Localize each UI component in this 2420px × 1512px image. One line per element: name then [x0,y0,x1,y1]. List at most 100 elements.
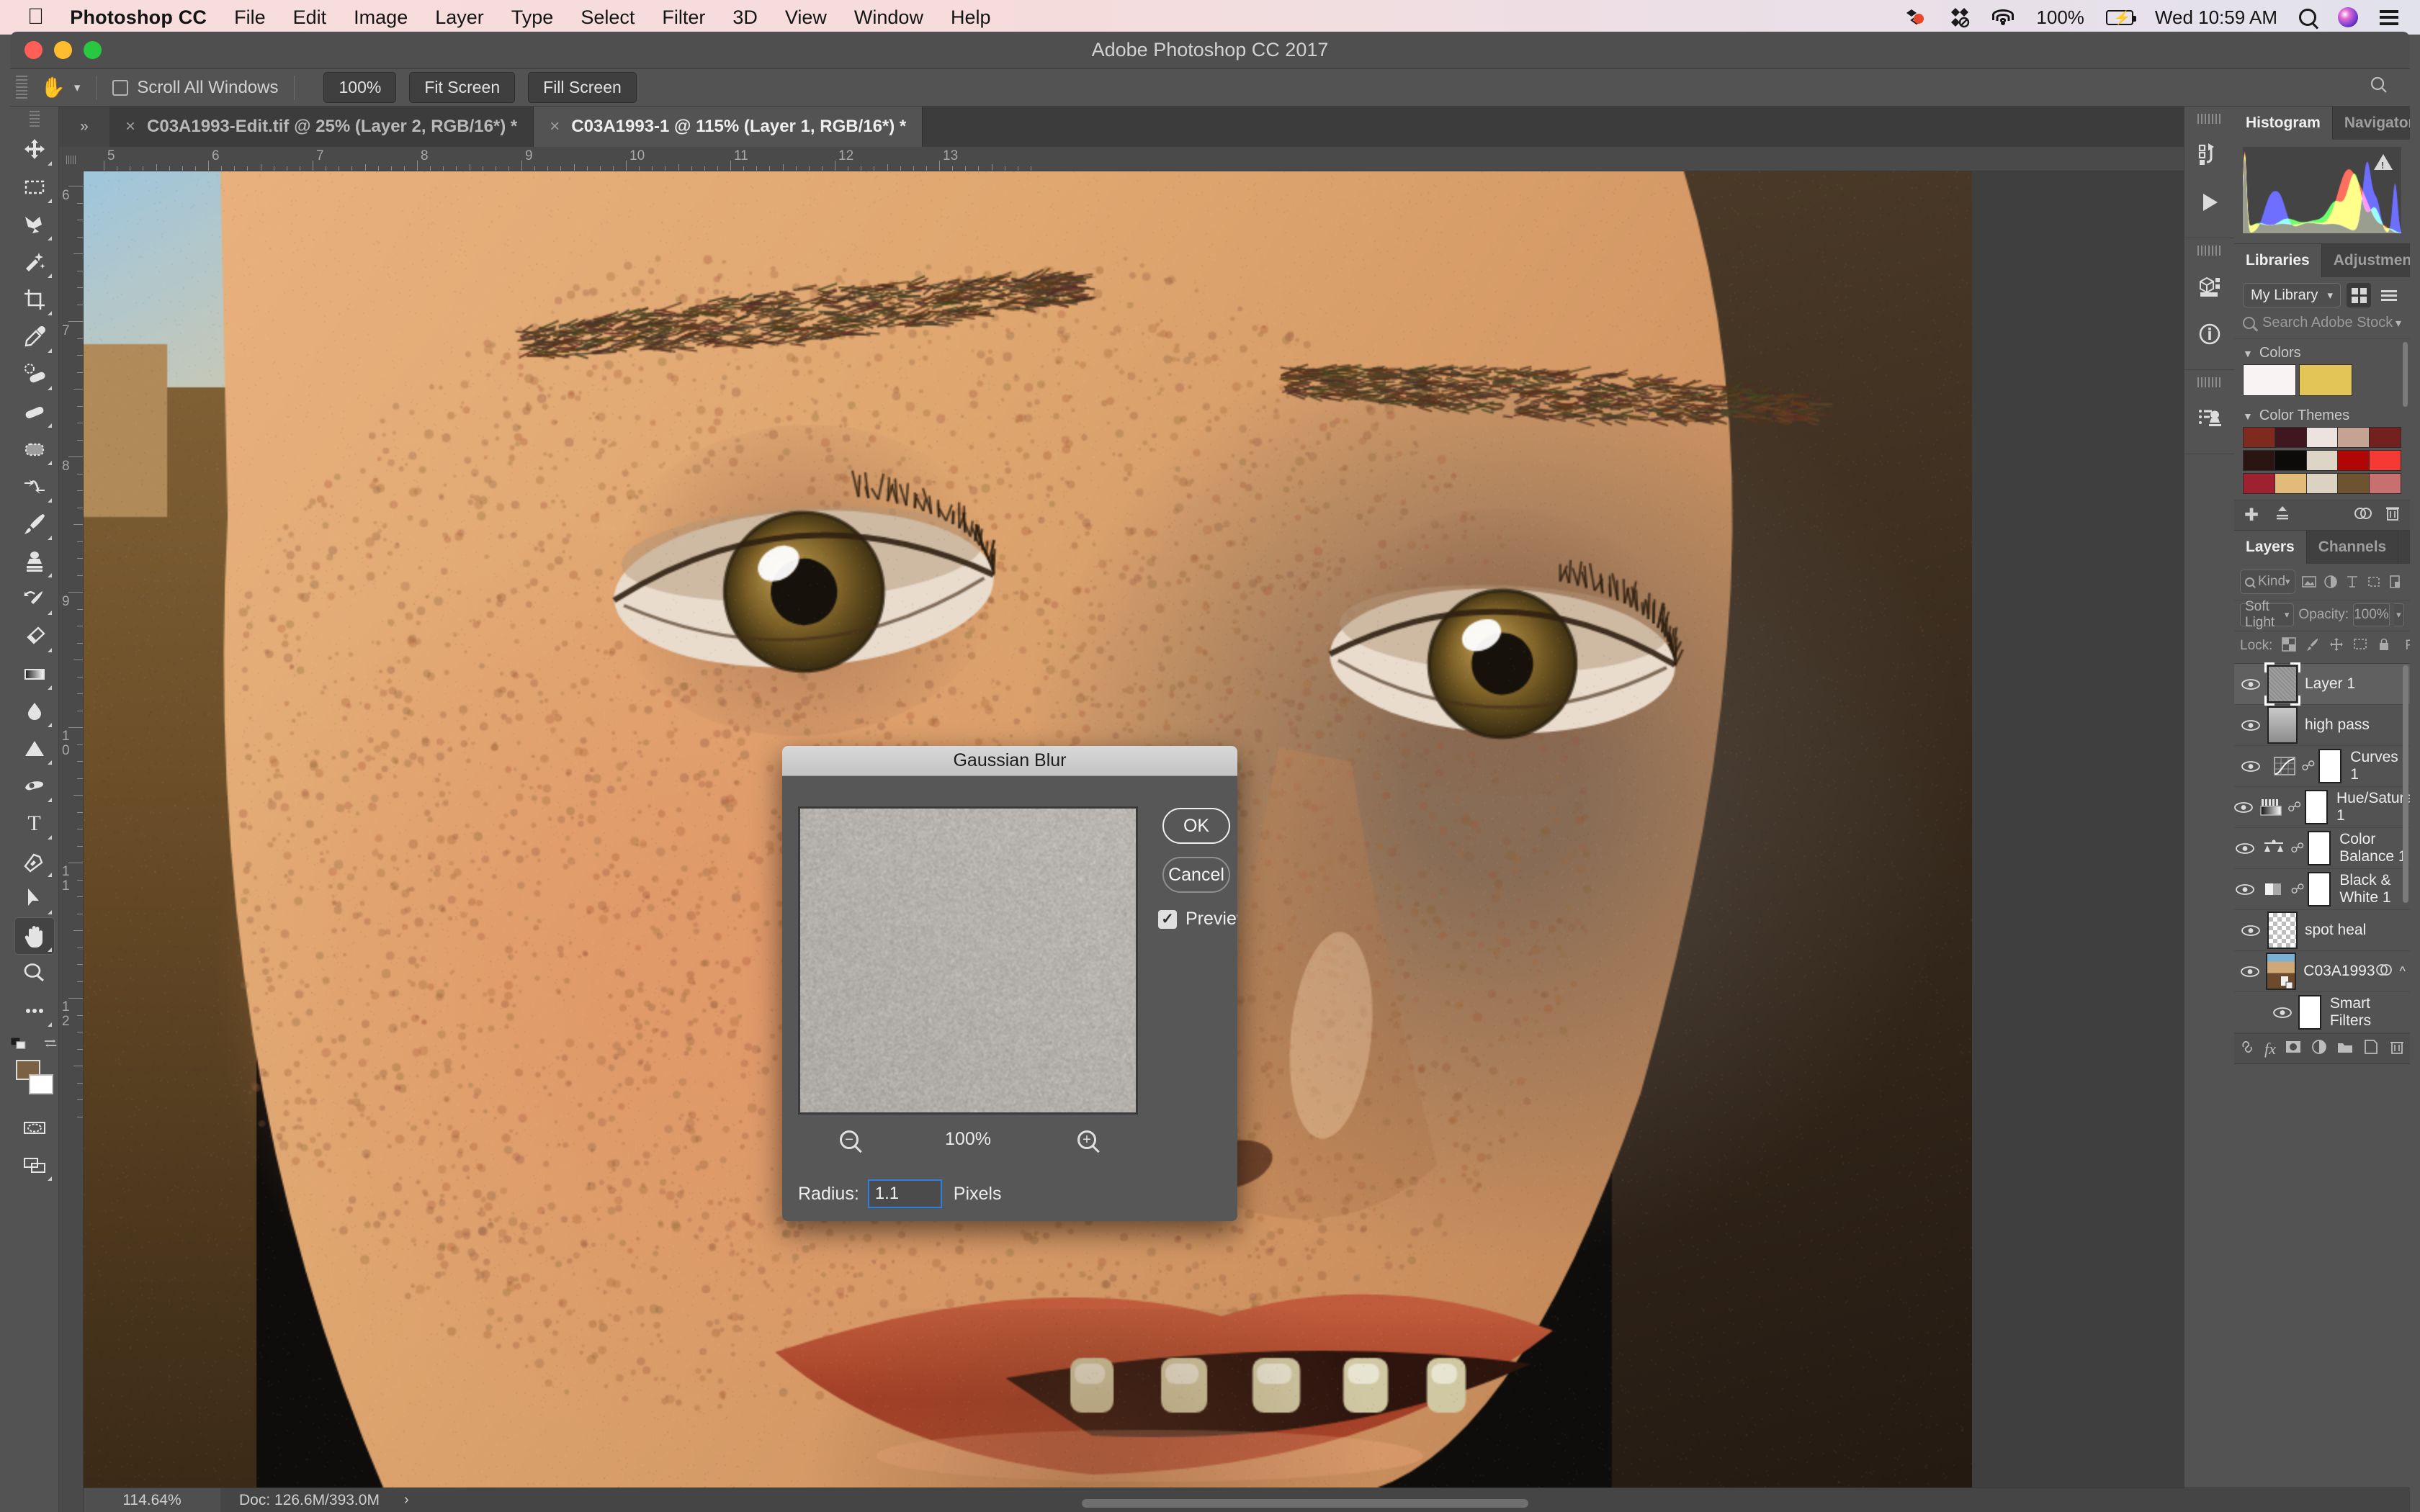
smart-filters-row[interactable]: Smart Filters [2234,992,2410,1033]
layer-name[interactable]: Layer 1 [2305,675,2355,693]
layer-visibility-toggle[interactable] [2234,925,2267,936]
close-icon[interactable]: × [125,117,135,137]
smart-filters-visibility-toggle[interactable] [2267,1007,2298,1018]
delete-icon[interactable] [2385,505,2400,526]
search-icon[interactable] [2368,74,2390,101]
blur-tool[interactable] [14,693,55,730]
tab-navigator[interactable]: Navigator [2333,107,2410,140]
content-aware-move-tool[interactable] [14,468,55,505]
smart-filters-mask-thumbnail[interactable] [2298,995,2321,1030]
menu-type[interactable]: Type [511,6,554,29]
tab-channels[interactable]: Channels [2307,531,2399,564]
zoom-out-icon[interactable]: − [840,1130,859,1149]
layer-visibility-toggle[interactable] [2234,802,2253,813]
hand-tool-icon[interactable]: ✋ [40,76,66,99]
horizontal-ruler[interactable]: 5 6 7 8 9 10 11 12 13 [59,147,2410,171]
histogram-chart[interactable] [2243,147,2401,233]
tab-libraries[interactable]: Libraries [2234,244,2322,277]
filter-kind-select[interactable]: Kind ▾ [2240,570,2295,594]
menu-edit[interactable]: Edit [293,6,327,29]
theme-swatch[interactable] [2306,473,2338,494]
ok-button[interactable]: OK [1162,808,1230,844]
opacity-value[interactable]: 100% [2353,603,2390,626]
layer-visibility-toggle[interactable] [2234,843,2256,854]
eraser-tool[interactable] [14,618,55,655]
history-icon[interactable] [2184,131,2235,179]
screen-mode-icon[interactable] [14,1146,55,1184]
blur-preview[interactable] [798,806,1138,1115]
play-icon[interactable] [2184,179,2235,226]
layer-name[interactable]: Hue/Saturation 1 [2336,790,2410,824]
menu-image[interactable]: Image [354,6,408,29]
search-adobe-stock-input[interactable]: Search Adobe Stock ▾ [2234,313,2410,339]
layer-name[interactable]: spot heal [2305,922,2366,939]
curves-icon[interactable] [2274,757,2295,775]
delete-layer-icon[interactable] [2388,1038,2406,1060]
theme-swatch[interactable] [2369,427,2401,448]
patch-tool[interactable] [14,431,55,468]
creative-cloud-icon[interactable] [1948,6,1970,28]
battery-icon[interactable]: ⚡ [2106,10,2133,25]
burn-tool[interactable] [14,768,55,805]
ruler-corner[interactable] [59,147,84,171]
collapse-smart-filters-icon[interactable]: ^ [2400,964,2406,979]
path-selection-tool[interactable] [14,880,55,917]
theme-swatch[interactable] [2369,473,2401,494]
new-group-icon[interactable] [2336,1038,2354,1060]
tab-paths[interactable]: Paths [2398,531,2410,564]
apple-menu-icon[interactable]:  [27,5,44,27]
layer-visibility-toggle[interactable] [2234,679,2267,690]
theme-swatch[interactable] [2337,450,2369,471]
menu-help[interactable]: Help [951,6,991,29]
3d-icon[interactable] [2184,263,2235,310]
menu-3d[interactable]: 3D [732,6,758,29]
lock-artboard-icon[interactable] [2353,637,2367,655]
hue-saturation-icon[interactable] [2260,798,2282,816]
wifi-icon[interactable] [1991,9,2015,25]
menubar-clock[interactable]: Wed 10:59 AM [2155,6,2277,29]
layer-mask-thumbnail[interactable] [2318,749,2341,783]
layer-thumbnail[interactable] [2267,706,2298,744]
link-mask-icon[interactable]: ☍ [2301,758,2313,775]
layer-name[interactable]: Black & White 1 [2339,872,2410,906]
libraries-scrollbar[interactable] [2403,342,2408,407]
siri-icon[interactable] [2338,7,2358,27]
theme-swatch[interactable] [2337,473,2369,494]
gaussian-blur-dialog[interactable]: Gaussian Blur − 100% + Radius: 1.1 Pixel… [782,746,1237,1221]
color-balance-icon[interactable] [2263,839,2285,858]
close-icon[interactable]: × [550,117,560,137]
collapse-panels-button[interactable]: » [59,107,109,147]
zoom-tool[interactable] [14,955,55,992]
menu-select[interactable]: Select [581,6,635,29]
rail-grip[interactable] [2197,246,2222,256]
tab-histogram[interactable]: Histogram [2234,107,2333,140]
pixel-filter-icon[interactable] [2301,574,2317,590]
type-filter-icon[interactable] [2344,574,2360,590]
document-tab-1[interactable]: × C03A1993-Edit.tif @ 25% (Layer 2, RGB/… [109,107,534,147]
layer-name[interactable]: high pass [2305,716,2370,734]
dodge-tool[interactable] [14,730,55,768]
layer-thumbnail[interactable] [2267,912,2298,949]
theme-swatch[interactable] [2337,427,2369,448]
move-tool[interactable] [14,131,55,168]
menu-window[interactable]: Window [854,6,923,29]
healing-brush-tool[interactable] [14,393,55,431]
options-bar-grip[interactable] [16,76,27,100]
layer-mask-thumbnail[interactable] [2308,831,2331,865]
layer-row-c03a1993[interactable]: C03A1993 ^ [2234,951,2410,992]
smart-object-filter-icon[interactable] [2388,574,2403,590]
chevron-down-icon[interactable]: ▾ [2396,316,2401,330]
zoom-level-field[interactable]: 114.64% [84,1488,220,1512]
radius-input[interactable]: 1.1 [868,1179,942,1208]
creative-cloud-icon[interactable] [2354,505,2372,526]
grid-view-icon[interactable] [2347,283,2371,307]
lock-all-icon[interactable] [2377,637,2391,655]
layer-name[interactable]: Curves 1 [2350,749,2410,783]
default-colors-icon[interactable] [10,1034,30,1053]
background-color-swatch[interactable] [29,1074,53,1094]
link-mask-icon[interactable]: ☍ [2290,881,2302,898]
tab-adjustments[interactable]: Adjustments [2322,244,2410,277]
rectangular-marquee-tool[interactable] [14,168,55,206]
quick-selection-tool[interactable] [14,243,55,281]
link-mask-icon[interactable]: ☍ [2287,799,2299,816]
